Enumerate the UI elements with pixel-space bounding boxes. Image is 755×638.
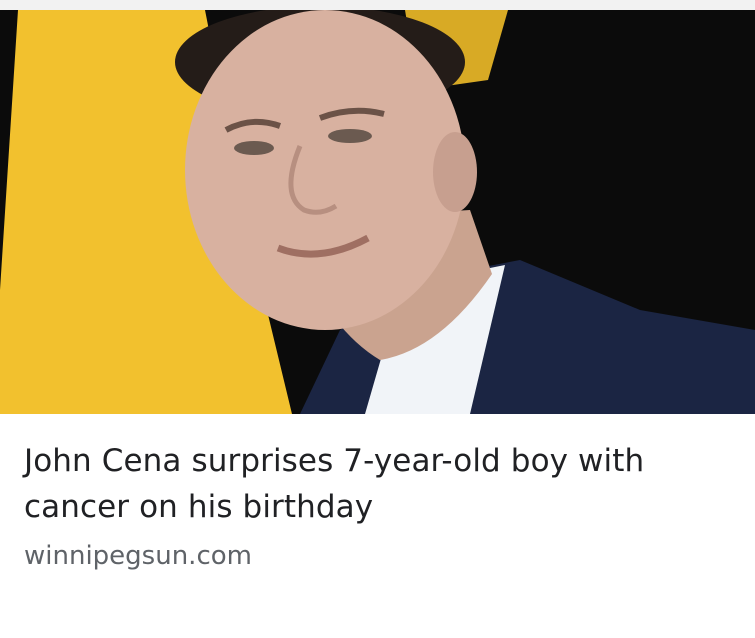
article-caption: John Cena surprises 7-year-old boy with … [24,438,724,572]
article-card[interactable]: John Cena surprises 7-year-old boy with … [0,0,755,638]
article-thumbnail[interactable] [0,10,755,414]
top-bar [0,0,755,10]
article-source: winnipegsun.com [24,541,252,571]
portrait-image [0,10,755,414]
article-headline[interactable]: John Cena surprises 7-year-old boy with … [24,438,724,530]
